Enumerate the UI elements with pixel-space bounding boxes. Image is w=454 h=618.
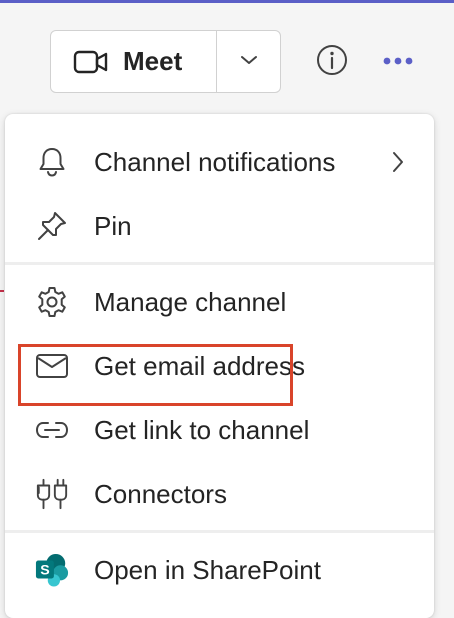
chevron-down-icon bbox=[240, 53, 258, 71]
menu-separator bbox=[5, 530, 434, 533]
channel-options-menu: Channel notifications Pin Manage channel bbox=[5, 114, 434, 618]
menu-item-label: Manage channel bbox=[94, 286, 287, 317]
menu-item-channel-notifications[interactable]: Channel notifications bbox=[5, 132, 434, 192]
menu-item-label: Get email address bbox=[94, 350, 305, 381]
menu-item-label: Pin bbox=[94, 210, 132, 241]
gear-icon bbox=[35, 285, 69, 319]
menu-item-connectors[interactable]: Connectors bbox=[5, 464, 434, 524]
more-options-button[interactable] bbox=[380, 50, 416, 74]
menu-item-get-email-address[interactable]: Get email address bbox=[5, 336, 434, 396]
chevron-right-icon bbox=[388, 148, 408, 176]
menu-item-label: Open in SharePoint bbox=[94, 554, 321, 585]
link-icon bbox=[35, 413, 69, 447]
video-camera-icon bbox=[73, 49, 109, 75]
menu-item-manage-channel[interactable]: Manage channel bbox=[5, 272, 434, 332]
menu-item-pin[interactable]: Pin bbox=[5, 196, 434, 256]
pin-icon bbox=[35, 209, 69, 243]
meet-label: Meet bbox=[123, 46, 183, 76]
meet-button[interactable]: Meet bbox=[51, 31, 216, 92]
menu-item-get-link-to-channel[interactable]: Get link to channel bbox=[5, 400, 434, 460]
info-icon bbox=[315, 43, 349, 82]
menu-separator bbox=[5, 262, 434, 265]
envelope-icon bbox=[35, 349, 69, 383]
svg-text:S: S bbox=[40, 563, 49, 579]
menu-item-label: Get link to channel bbox=[94, 414, 310, 445]
meet-options-button[interactable] bbox=[217, 31, 280, 92]
meet-split-button: Meet bbox=[50, 30, 281, 93]
menu-item-open-in-sharepoint[interactable]: S Open in SharePoint bbox=[5, 540, 434, 600]
channel-info-button[interactable] bbox=[314, 44, 350, 80]
sharepoint-icon: S bbox=[35, 553, 69, 587]
menu-item-label: Channel notifications bbox=[94, 146, 336, 177]
bell-icon bbox=[35, 145, 69, 179]
plug-icon bbox=[35, 477, 69, 511]
background-marker bbox=[0, 290, 4, 292]
menu-item-label: Connectors bbox=[94, 478, 227, 509]
more-options-icon bbox=[382, 53, 414, 71]
